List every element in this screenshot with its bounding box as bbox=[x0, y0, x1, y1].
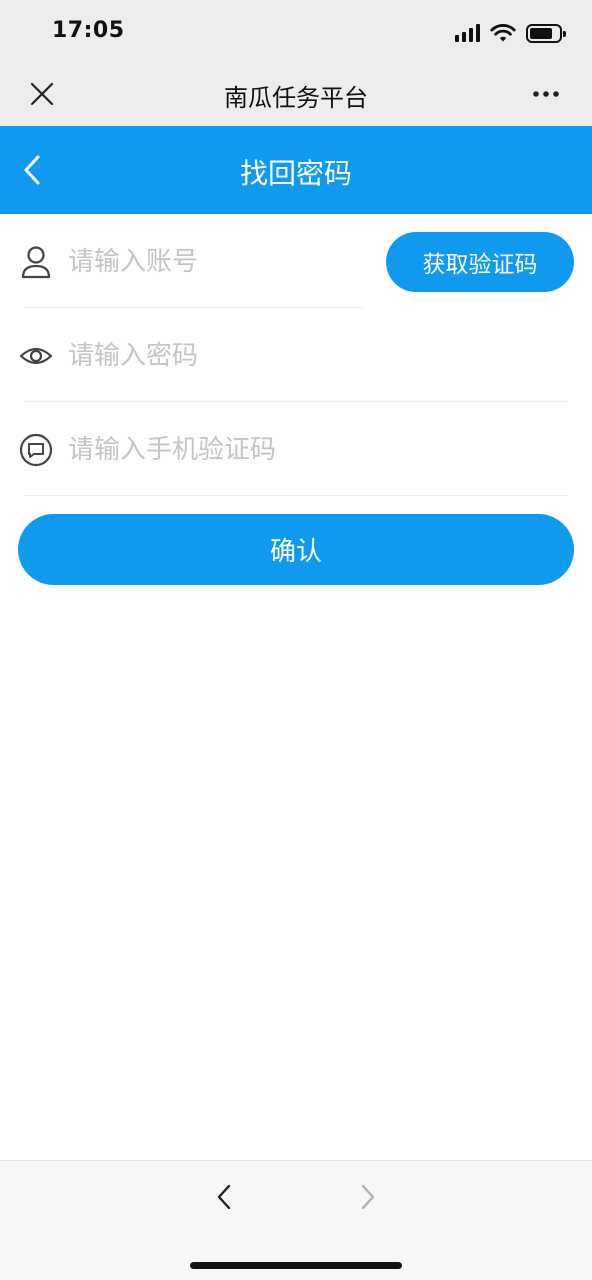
page: 17:05 南瓜任务平台 找回密码 请输入账号 获取验证码 请输入手机验证码 确… bbox=[0, 0, 592, 1280]
chevron-left-icon bbox=[217, 1184, 231, 1210]
account-row bbox=[21, 214, 364, 308]
eye-icon bbox=[18, 338, 54, 374]
top-chrome: 17:05 南瓜任务平台 bbox=[0, 0, 592, 126]
webview-bar: 南瓜任务平台 bbox=[0, 62, 592, 126]
page-header: 找回密码 bbox=[0, 126, 592, 214]
more-button[interactable] bbox=[524, 74, 568, 114]
message-icon bbox=[18, 432, 54, 468]
webview-title: 南瓜任务平台 bbox=[224, 84, 368, 112]
signal-icon bbox=[455, 24, 480, 42]
browser-back-button[interactable] bbox=[204, 1177, 244, 1217]
status-time: 17:05 bbox=[52, 18, 125, 43]
status-bar: 17:05 bbox=[0, 0, 592, 62]
page-title: 找回密码 bbox=[239, 157, 352, 190]
wifi-icon bbox=[490, 24, 516, 42]
get-code-button[interactable]: 获取验证码 bbox=[386, 232, 574, 292]
confirm-button[interactable]: 确认 bbox=[18, 514, 574, 585]
account-input[interactable] bbox=[68, 242, 358, 282]
chevron-right-icon bbox=[361, 1184, 375, 1210]
status-icons bbox=[455, 20, 566, 46]
more-icon bbox=[533, 91, 559, 97]
sms-code-input[interactable] bbox=[68, 430, 548, 470]
browser-forward-button[interactable] bbox=[348, 1177, 388, 1217]
password-row bbox=[19, 308, 568, 402]
user-icon bbox=[18, 244, 54, 280]
sms-code-row bbox=[19, 402, 568, 496]
home-indicator[interactable] bbox=[190, 1262, 402, 1269]
battery-icon bbox=[526, 23, 566, 43]
password-input[interactable] bbox=[68, 336, 548, 376]
